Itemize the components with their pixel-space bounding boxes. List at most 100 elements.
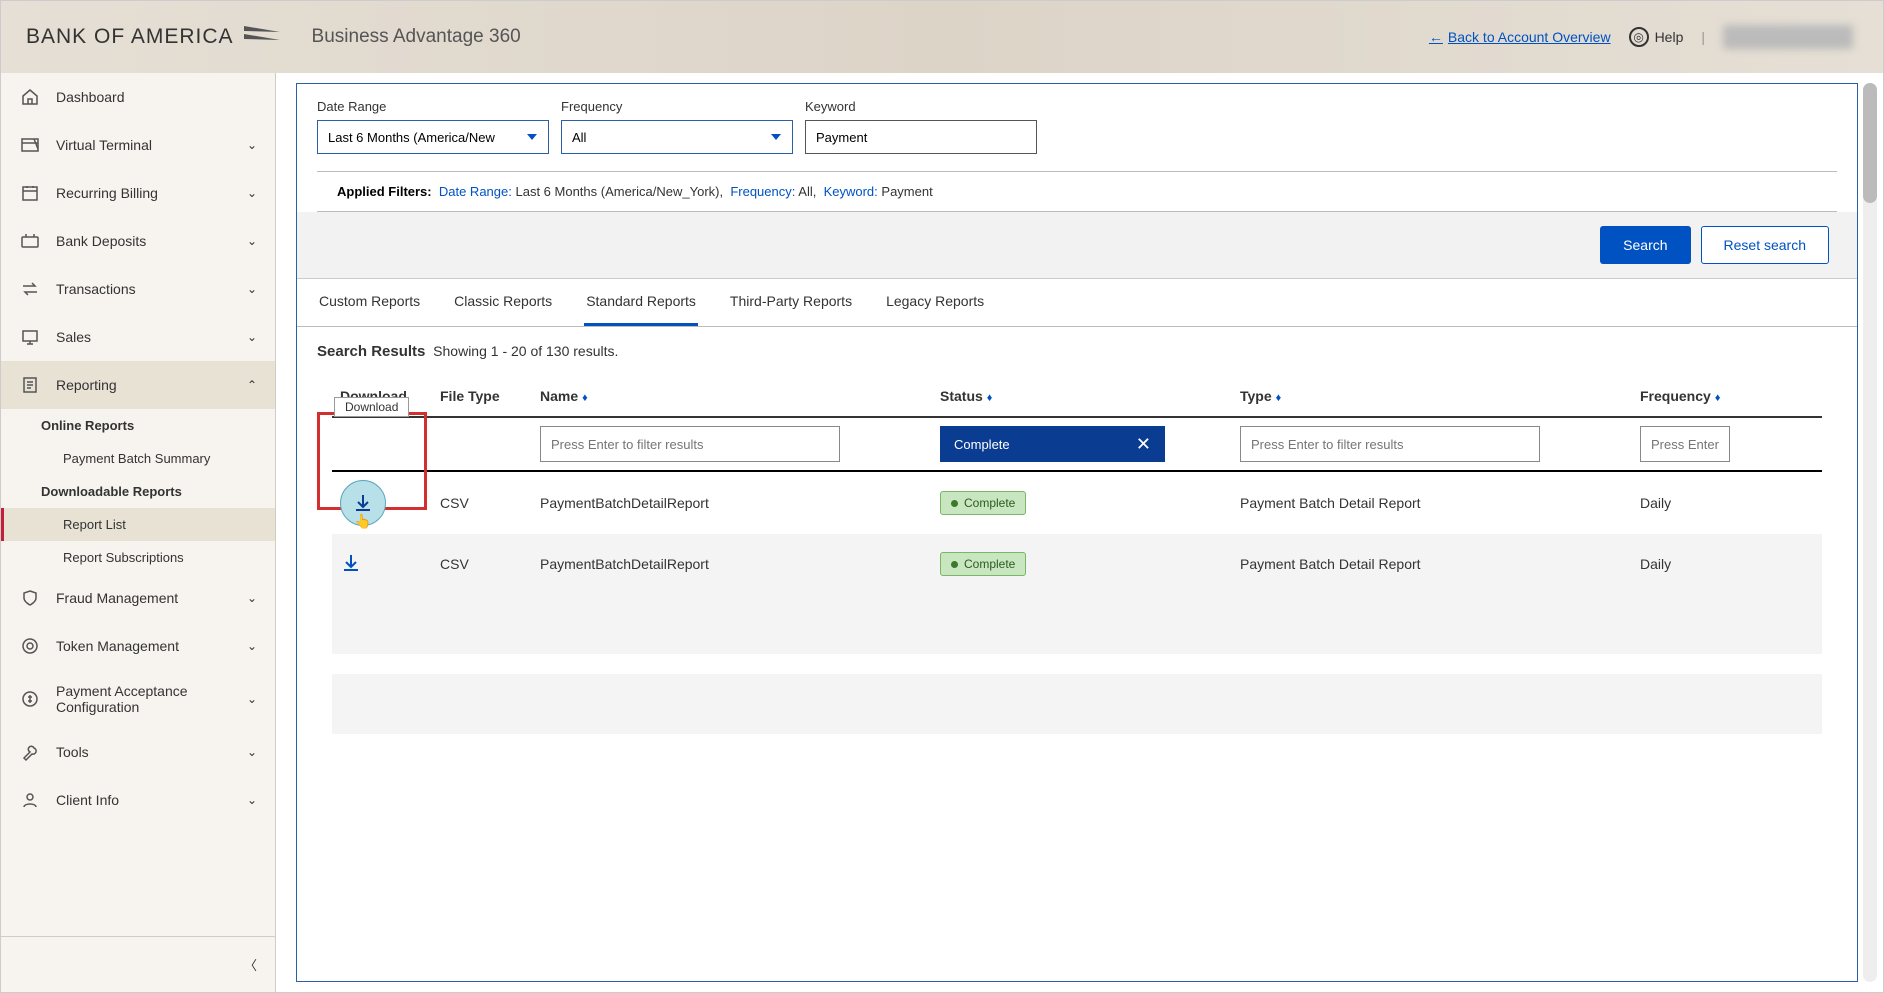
content-panel: Date Range Frequency Keyword xyxy=(296,83,1858,982)
filter-label: Frequency xyxy=(561,99,793,114)
sidebar-sub-payment-batch-summary[interactable]: Payment Batch Summary xyxy=(1,442,275,475)
table-row: 👆 CSV PaymentBatchDetailReport Complete … xyxy=(332,471,1822,534)
keyword-input[interactable] xyxy=(805,120,1037,154)
frequency-select[interactable] xyxy=(561,120,793,154)
button-row: Search Reset search xyxy=(297,212,1857,279)
status-text: Complete xyxy=(964,557,1015,571)
name-filter-input[interactable] xyxy=(540,426,840,462)
applied-freq-val: All, xyxy=(798,184,816,199)
filter-cell-type xyxy=(1232,417,1632,471)
table-row: CSV PaymentBatchDetailReport Complete Pa… xyxy=(332,534,1822,594)
sidebar-sub-downloadable-reports[interactable]: Downloadable Reports xyxy=(1,475,275,508)
sidebar-item-recurring-billing[interactable]: Recurring Billing ⌄ xyxy=(1,169,275,217)
col-name-text: Name xyxy=(540,388,578,404)
sidebar-item-tools[interactable]: Tools ⌄ xyxy=(1,728,275,776)
chevron-left-icon: 〈 xyxy=(244,958,257,973)
sidebar-label: Client Info xyxy=(56,792,232,808)
logo-area: BANK OF AMERICA Business Advantage 360 xyxy=(26,22,521,52)
applied-kw-label: Keyword: xyxy=(824,184,878,199)
sidebar-item-client-info[interactable]: Client Info ⌄ xyxy=(1,776,275,824)
cell-download xyxy=(332,534,432,594)
sidebar-item-payment-config[interactable]: Payment Acceptance Configuration ⌄ xyxy=(1,670,275,728)
scrollbar[interactable] xyxy=(1863,83,1877,982)
sidebar-label: Payment Acceptance Configuration xyxy=(56,683,232,715)
col-status-text: Status xyxy=(940,388,983,404)
sidebar-item-reporting[interactable]: Reporting ⌃ xyxy=(1,361,275,409)
tab-third-party-reports[interactable]: Third-Party Reports xyxy=(728,279,854,326)
search-button[interactable]: Search xyxy=(1600,226,1690,264)
payconfig-icon xyxy=(19,688,41,710)
select-wrap xyxy=(561,120,793,154)
chevron-down-icon: ⌄ xyxy=(247,234,257,248)
filter-cell-frequency xyxy=(1632,417,1822,471)
applied-dr-val: Last 6 Months (America/New_York), xyxy=(515,184,723,199)
chevron-down-icon: ⌄ xyxy=(247,138,257,152)
applied-dr-label: Date Range: xyxy=(439,184,512,199)
col-frequency[interactable]: Frequency♦ xyxy=(1632,376,1822,417)
shield-icon xyxy=(19,587,41,609)
chevron-down-icon: ⌄ xyxy=(247,745,257,759)
col-filetype: File Type xyxy=(432,376,532,417)
cursor-icon: 👆 xyxy=(354,513,371,530)
results-table-wrap: Download File Type Name♦ Status♦ Type♦ F… xyxy=(297,376,1857,734)
sidebar-item-transactions[interactable]: Transactions ⌄ xyxy=(1,265,275,313)
col-download: Download xyxy=(332,376,432,417)
frequency-filter-input[interactable] xyxy=(1640,426,1730,462)
filter-controls: Date Range Frequency Keyword xyxy=(297,84,1857,159)
sidebar-item-sales[interactable]: Sales ⌄ xyxy=(1,313,275,361)
sidebar-label: Virtual Terminal xyxy=(56,137,232,153)
help-text: Help xyxy=(1655,29,1684,45)
sidebar-label: Recurring Billing xyxy=(56,185,232,201)
cell-type: Payment Batch Detail Report xyxy=(1232,471,1632,534)
reset-search-button[interactable]: Reset search xyxy=(1701,226,1829,264)
flag-icon xyxy=(242,22,282,52)
select-wrap xyxy=(317,120,549,154)
type-filter-input[interactable] xyxy=(1240,426,1540,462)
col-type-text: Type xyxy=(1240,388,1272,404)
tab-classic-reports[interactable]: Classic Reports xyxy=(452,279,554,326)
screen-icon xyxy=(19,326,41,348)
sidebar-label: Bank Deposits xyxy=(56,233,232,249)
tab-custom-reports[interactable]: Custom Reports xyxy=(317,279,422,326)
download-button[interactable] xyxy=(340,552,362,574)
chevron-down-icon: ⌄ xyxy=(247,793,257,807)
download-button[interactable]: 👆 xyxy=(340,480,386,526)
sidebar-item-bank-deposits[interactable]: Bank Deposits ⌄ xyxy=(1,217,275,265)
sidebar-collapse-button[interactable]: 〈 xyxy=(1,936,275,992)
results-table: Download File Type Name♦ Status♦ Type♦ F… xyxy=(332,376,1822,734)
cell-filetype: CSV xyxy=(432,534,532,594)
sort-icon: ♦ xyxy=(987,392,993,404)
sidebar-sub-online-reports[interactable]: Online Reports xyxy=(1,409,275,442)
status-filter-active[interactable]: Complete ✕ xyxy=(940,426,1165,462)
clear-status-filter-icon[interactable]: ✕ xyxy=(1136,434,1151,455)
applied-kw-val: Payment xyxy=(881,184,932,199)
status-badge: Complete xyxy=(940,491,1026,515)
body-area: Dashboard Virtual Terminal ⌄ Recurring B… xyxy=(1,73,1883,992)
divider: | xyxy=(1701,29,1705,45)
sidebar-item-fraud-management[interactable]: Fraud Management ⌄ xyxy=(1,574,275,622)
sidebar-sub-report-subscriptions[interactable]: Report Subscriptions xyxy=(1,541,275,574)
help-link[interactable]: ◎ Help xyxy=(1629,27,1684,47)
tab-standard-reports[interactable]: Standard Reports xyxy=(584,279,698,326)
sidebar-sub-report-list[interactable]: Report List xyxy=(1,508,275,541)
deposit-icon xyxy=(19,230,41,252)
results-header: Search Results Showing 1 - 20 of 130 res… xyxy=(297,327,1857,376)
sidebar-item-token-management[interactable]: Token Management ⌄ xyxy=(1,622,275,670)
wrench-icon xyxy=(19,741,41,763)
scroll-thumb[interactable] xyxy=(1863,83,1877,203)
app-window: BANK OF AMERICA Business Advantage 360 ←… xyxy=(0,0,1884,993)
filter-date-range: Date Range xyxy=(317,99,549,154)
sidebar-label: Tools xyxy=(56,744,232,760)
col-type[interactable]: Type♦ xyxy=(1232,376,1632,417)
filter-cell-download: Download xyxy=(332,417,432,471)
back-to-overview-link[interactable]: ← Back to Account Overview xyxy=(1429,29,1611,45)
sidebar-item-virtual-terminal[interactable]: Virtual Terminal ⌄ xyxy=(1,121,275,169)
chevron-down-icon: ⌄ xyxy=(247,186,257,200)
cell-download: 👆 xyxy=(332,471,432,534)
col-name[interactable]: Name♦ xyxy=(532,376,932,417)
date-range-select[interactable] xyxy=(317,120,549,154)
col-status[interactable]: Status ♦ xyxy=(932,376,1232,417)
sort-icon: ♦ xyxy=(1715,392,1721,404)
sidebar-item-dashboard[interactable]: Dashboard xyxy=(1,73,275,121)
tab-legacy-reports[interactable]: Legacy Reports xyxy=(884,279,986,326)
